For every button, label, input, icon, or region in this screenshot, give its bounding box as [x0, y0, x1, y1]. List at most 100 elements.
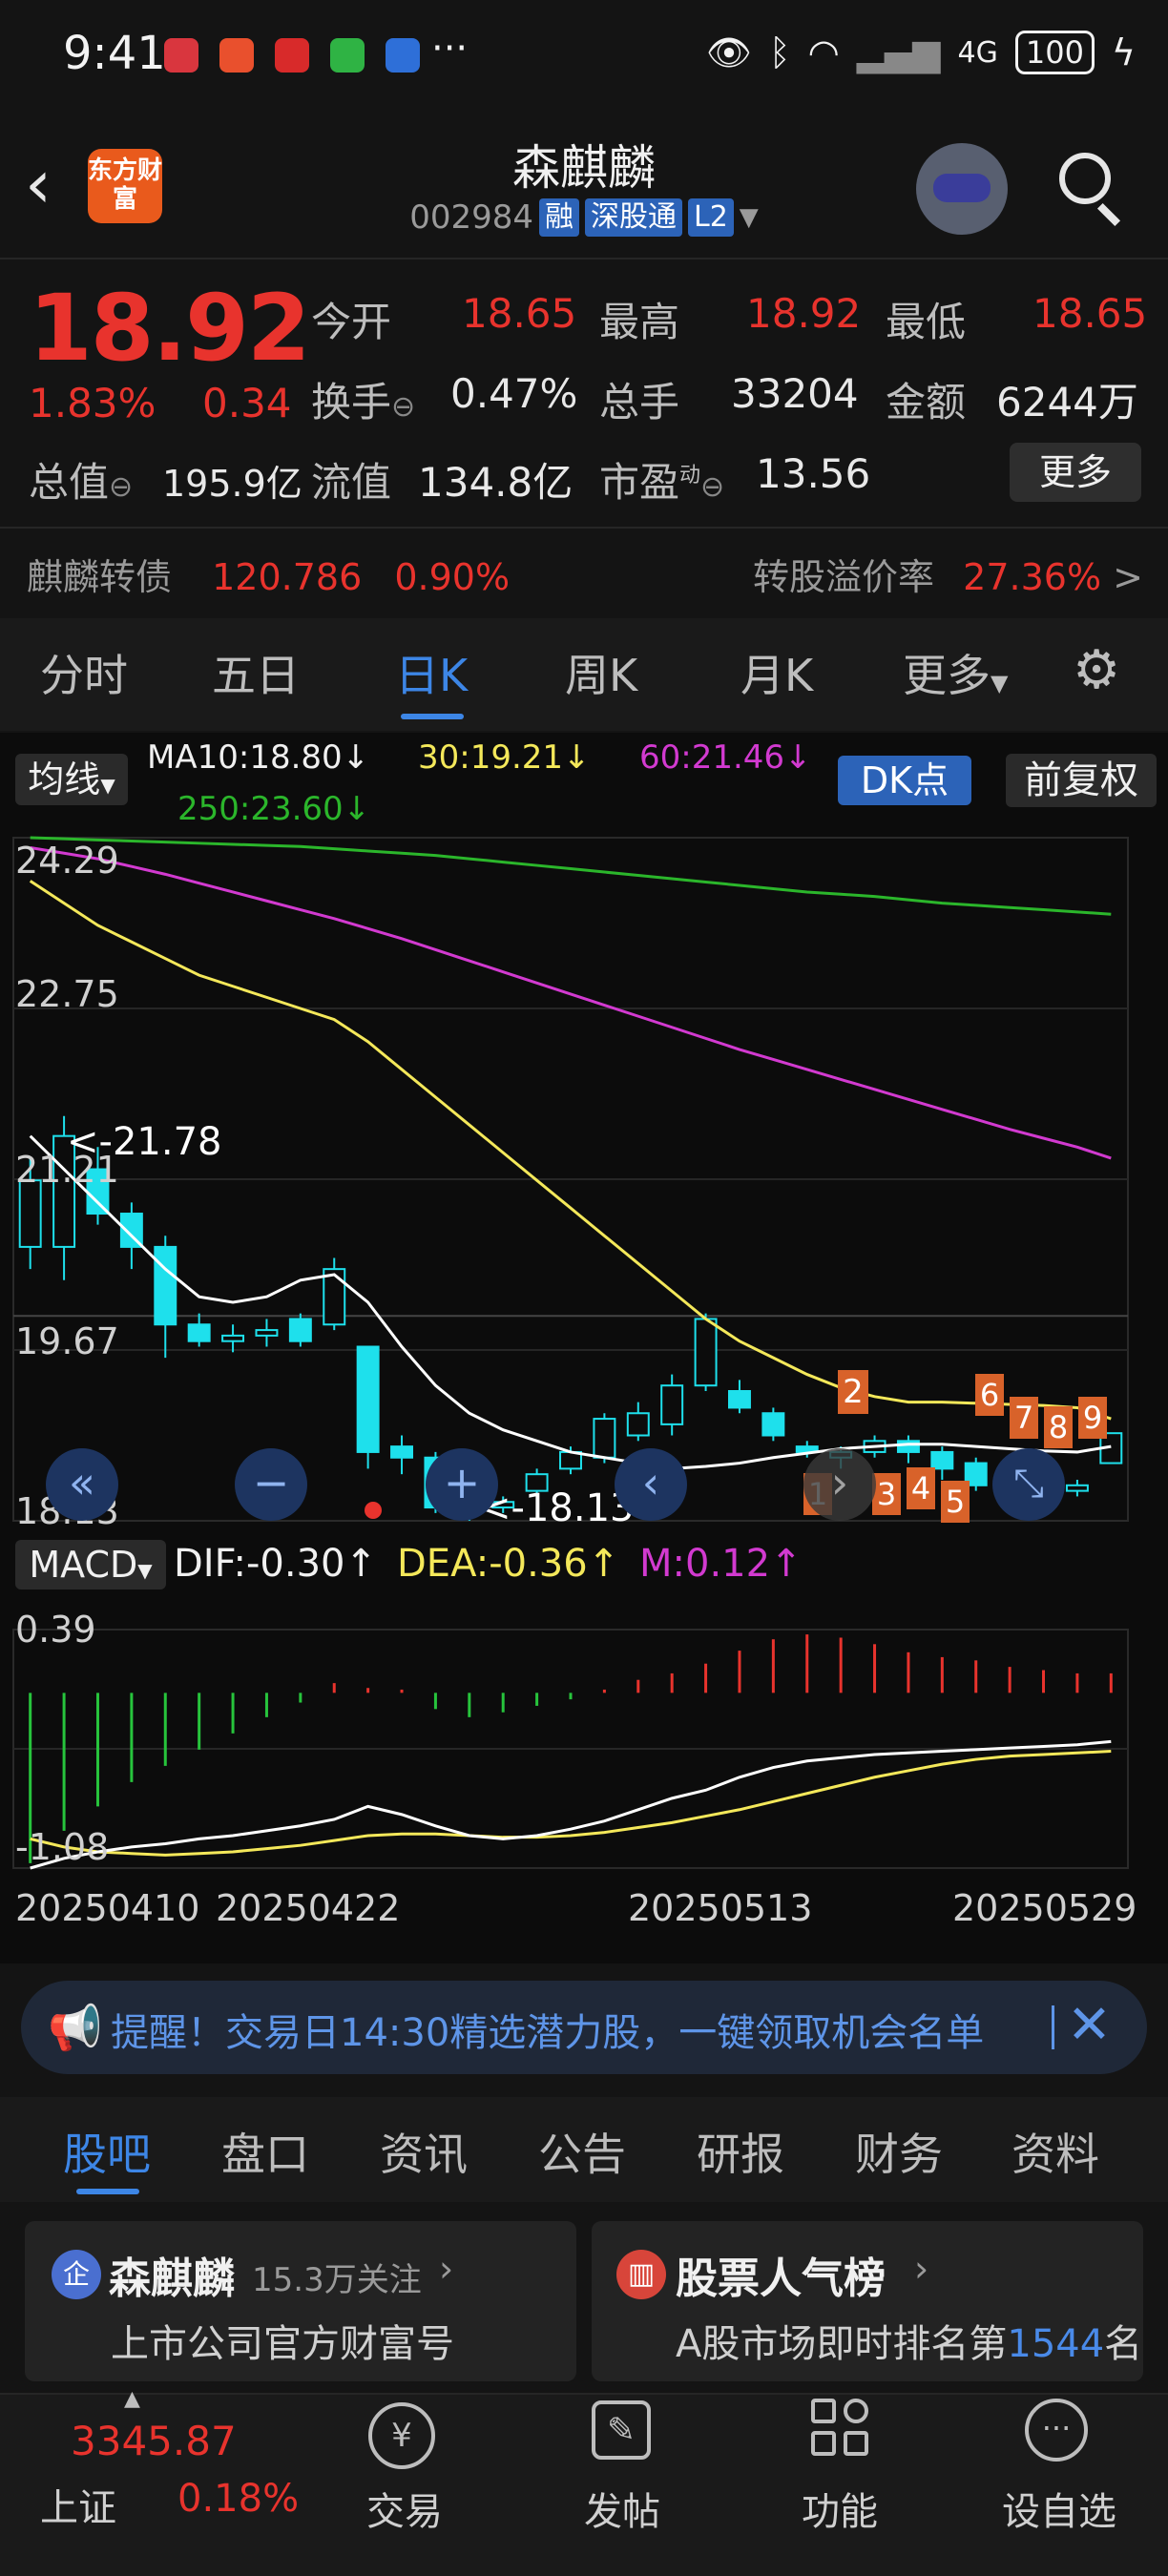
turnover-label[interactable]: 换手⊖ [311, 370, 415, 428]
td-marker: 7 [1010, 1397, 1038, 1439]
follower-count: 15.3万关注 [252, 2261, 422, 2299]
min-price-label: <-18.13 [479, 1486, 635, 1530]
banner-separator [1052, 2005, 1054, 2049]
adjust-button[interactable]: 前复权 [1006, 754, 1157, 807]
zoom-in-icon[interactable]: + [426, 1448, 498, 1521]
chevron-right-icon: › [914, 2248, 929, 2290]
nav-post[interactable]: 发帖 [584, 2481, 660, 2536]
bond-price: 120.786 [212, 556, 363, 598]
chevron-right-icon: > [1113, 556, 1143, 598]
notification-app-icon [275, 38, 309, 73]
nav-trade[interactable]: 交易 [366, 2481, 443, 2536]
wechat-icon [330, 38, 365, 73]
nav-add-watchlist[interactable]: 设自选 [1002, 2481, 1116, 2536]
caret-down-icon: ▼ [739, 203, 759, 232]
battery-icon: 100 [1014, 31, 1095, 74]
pe-value: 13.56 [756, 450, 871, 497]
grid-apps-icon[interactable] [811, 2399, 872, 2460]
candle-body [154, 1245, 177, 1326]
banner-marquee[interactable]: 提醒！交易日14:30精选潜力股，一键领取机会名单 [105, 1994, 1042, 2061]
tab-forum[interactable]: 股吧 [63, 2120, 151, 2183]
y-label: 24.29 [15, 840, 119, 882]
robot-face [933, 174, 991, 202]
candle-body [896, 1440, 920, 1453]
active-tab-indicator [76, 2189, 139, 2194]
fullscreen-icon[interactable]: ⤡ [992, 1448, 1065, 1521]
candle-body [356, 1345, 380, 1453]
search-icon[interactable] [1059, 153, 1111, 204]
tab-more[interactable]: 更多▼ [903, 641, 1008, 704]
candle-body [390, 1445, 414, 1459]
macd-select[interactable]: MACD▼ [15, 1540, 166, 1589]
date-label: 20250513 [628, 1887, 813, 1929]
status-indicators: 👁 ᛒ ◠ ▂▄▆ 4G 100 ϟ [706, 31, 1136, 74]
dk-button[interactable]: DK点 [838, 756, 971, 805]
index-name[interactable]: 上证 [40, 2477, 116, 2532]
current-price: 18.92 [29, 275, 311, 382]
connect-tag: 深股通 [584, 198, 682, 237]
candle-body [288, 1318, 312, 1342]
edit-post-icon[interactable]: ✎ [592, 2400, 651, 2460]
close-icon[interactable]: ✕ [1067, 1994, 1112, 2056]
tab-announcements[interactable]: 公告 [538, 2120, 626, 2183]
index-value[interactable]: 3345.87 [71, 2418, 237, 2464]
tab-financials[interactable]: 财务 [855, 2120, 943, 2183]
tab-news[interactable]: 资讯 [380, 2120, 468, 2183]
ma-select[interactable]: 均线▼ [15, 754, 128, 805]
td-marker: 8 [1044, 1406, 1073, 1448]
tab-orderbook[interactable]: 盘口 [221, 2120, 309, 2183]
y-label: 22.75 [15, 973, 119, 1015]
add-watchlist-icon[interactable]: ··· [1025, 2399, 1088, 2462]
more-button[interactable]: 更多 [1010, 443, 1141, 502]
pe-label[interactable]: 市盈动⊖ [599, 450, 724, 509]
nav-functions[interactable]: 功能 [802, 2481, 878, 2536]
turnover-value: 0.47% [450, 370, 578, 417]
event-dot[interactable] [365, 1502, 382, 1519]
index-pct[interactable]: 0.18% [177, 2477, 299, 2521]
high-value: 18.92 [746, 290, 862, 337]
macd-top-label: 0.39 [15, 1609, 96, 1651]
divider [0, 258, 1168, 260]
volume-label: 总手 [599, 379, 680, 426]
tab-daily-k[interactable]: 日K [395, 641, 468, 704]
candle-body [255, 1329, 279, 1337]
notification-app-icon [164, 38, 198, 73]
td-marker: 4 [907, 1467, 935, 1509]
tab-five-day[interactable]: 五日 [212, 641, 300, 704]
stock-code: 002984 [409, 198, 533, 237]
info-icon[interactable]: ⊖ [109, 470, 133, 504]
bond-pct: 0.90% [394, 556, 511, 598]
tab-weekly-k[interactable]: 周K [565, 641, 637, 704]
chart-grid [12, 837, 1129, 1869]
convertible-bond-row[interactable]: 麒麟转债 120.786 0.90% 转股溢价率 27.36% > [27, 548, 1143, 600]
tab-monthly-k[interactable]: 月K [740, 641, 813, 704]
mktcap-label[interactable]: 总值⊖ [29, 450, 133, 509]
scroll-left-fast-icon[interactable]: « [46, 1448, 118, 1521]
low-label: 最低 [886, 299, 967, 345]
kline-chart[interactable] [0, 733, 1168, 1963]
td-marker: 9 [1078, 1397, 1107, 1439]
info-icon[interactable]: ⊖ [391, 390, 415, 424]
tab-intraday[interactable]: 分时 [40, 641, 128, 704]
float-label: 流值 [311, 459, 392, 506]
tab-research[interactable]: 研报 [697, 2120, 784, 2183]
ma30-label: 30:19.21↓ [418, 738, 591, 777]
enterprise-badge-icon: 企 [52, 2250, 101, 2299]
caret-up-icon[interactable]: ▲ [124, 2387, 140, 2411]
y-label: 19.67 [15, 1320, 119, 1362]
caret-down-icon: ▼ [100, 774, 115, 797]
active-tab-indicator [401, 714, 464, 719]
scroll-right-icon[interactable]: › [803, 1448, 876, 1521]
zoom-out-icon[interactable]: − [235, 1448, 307, 1521]
max-price-label: <-21.78 [67, 1120, 222, 1164]
candle-body [221, 1334, 245, 1342]
more-notifications-icon: ··· [431, 27, 469, 71]
scroll-left-icon[interactable]: ‹ [615, 1448, 687, 1521]
trade-icon[interactable]: ¥ [368, 2402, 435, 2469]
card-subtitle: A股市场即时排名第1544名 [676, 2322, 1143, 2366]
info-icon[interactable]: ⊖ [700, 470, 724, 504]
gear-icon[interactable]: ⚙ [1073, 639, 1120, 701]
td-marker: 2 [838, 1370, 868, 1414]
ma60-line [30, 845, 1112, 1160]
tab-profile[interactable]: 资料 [1012, 2120, 1099, 2183]
